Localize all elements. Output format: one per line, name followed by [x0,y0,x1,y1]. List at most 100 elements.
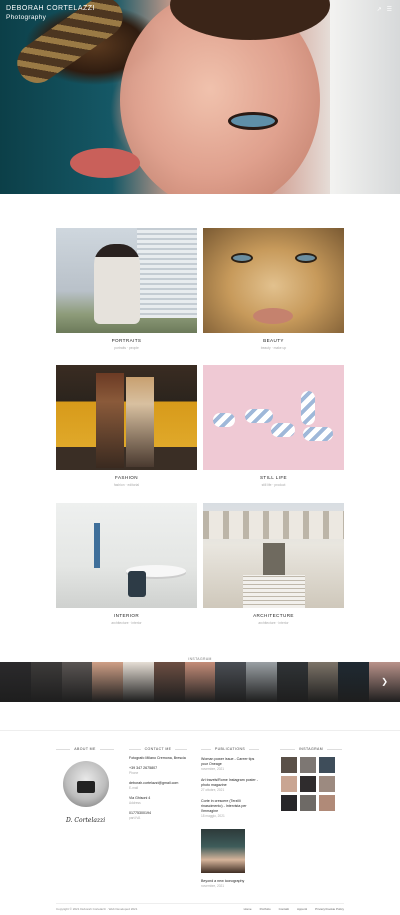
portraits-image[interactable] [56,228,197,333]
contact-key: Phone [129,771,139,775]
signature: D. Cortelazzi [66,817,106,824]
instagram-thumb[interactable] [123,662,154,702]
instagram-thumb[interactable] [184,662,216,702]
contact-item: 01775300194 part.IVA [129,811,187,821]
publications-heading: PUBLICATIONS [201,747,259,751]
card-subtitle: portraits · people [114,346,139,350]
model-figure [94,244,140,324]
interior-image[interactable] [56,503,197,608]
publication-title[interactable]: Art travels/Rome Instagram poster - phot… [201,778,259,788]
hero-image: DEBORAH CORTELAZZI Photography ↗ ☰ [0,0,400,194]
beauty-image[interactable] [203,228,344,333]
instagram-thumb[interactable] [300,776,316,792]
bottom-bar: Copyright © 2021 Deborah Cortelazzi · We… [56,903,344,911]
footer-link[interactable]: Appunti [297,907,307,911]
chevron-right-icon[interactable]: ❯ [381,678,388,686]
footer: ABOUT ME D. Cortelazzi CONTACT ME Fotogr… [0,730,400,915]
gallery-card-beauty[interactable]: BEAUTY beauty · make up [203,228,344,350]
hero-eye [228,112,278,130]
footer-link[interactable]: Portfolio [260,907,271,911]
window-decor [94,523,100,568]
contact-item[interactable]: +39 347 2675807 Phone [129,766,187,776]
publication-cover[interactable] [201,829,245,873]
instagram-thumb[interactable] [338,662,370,702]
instagram-thumb[interactable] [281,795,297,811]
model-two [126,377,154,467]
publication-item[interactable]: Art travels/Rome Instagram poster - phot… [201,778,259,793]
instagram-heading: INSTAGRAM [280,747,342,751]
card-title[interactable]: ARCHITECTURE [203,613,344,618]
chair-decor [128,571,146,597]
card-title[interactable]: FASHION [56,475,197,480]
publication-item[interactable]: Beyond a new iconography novembre, 2021 [201,879,259,889]
gallery-card-architecture[interactable]: ARCHITECTURE architecture · interior [203,503,344,625]
gallery-card-fashion[interactable]: FASHION fashion · editorial [56,365,197,487]
instagram-thumb[interactable] [0,662,31,702]
footer-link[interactable]: Contatti [279,907,289,911]
publication-item[interactable]: Corte in crescere (Terzilli rinascimento… [201,799,259,819]
publication-date: novembre, 2021 [201,767,225,771]
marshmallow [301,391,315,425]
architecture-image[interactable] [203,503,344,608]
instagram-thumb[interactable] [276,662,308,702]
brand-tagline: Photography [6,14,47,21]
gallery-card-interior[interactable]: INTERIOR architecture · interior [56,503,197,625]
card-subtitle: architecture · interior [111,621,142,625]
instagram-thumb[interactable] [246,662,277,702]
gallery-card-still-life[interactable]: STILL LIFE still life · product [203,365,344,487]
stairs-decor [243,575,305,608]
footer-link[interactable]: Home [244,907,252,911]
instagram-thumb[interactable] [30,662,62,702]
footer-links: Home Portfolio Contatti Appunti Privacy/Cook… [244,907,344,911]
instagram-thumb[interactable] [281,776,297,792]
menu-icon[interactable]: ☰ [387,7,392,13]
lips [253,308,293,324]
footer-about: ABOUT ME D. Cortelazzi [56,747,115,824]
copyright: Copyright © 2021 Deborah Cortelazzi · We… [56,907,138,911]
contact-item[interactable]: deborah.cortelazzi@gmail.com E-mail [129,781,187,791]
share-icon[interactable]: ↗ [377,7,382,13]
instagram-thumb[interactable] [319,795,335,811]
hero-paper [330,0,400,194]
door-decor [263,543,285,578]
instagram-thumb[interactable] [61,662,93,702]
gallery-card-portraits[interactable]: PORTRAITS portraits · people [56,228,197,350]
instagram-thumb[interactable] [281,757,297,773]
card-title[interactable]: BEAUTY [203,338,344,343]
card-title[interactable]: STILL LIFE [203,475,344,480]
card-subtitle: still life · product [261,483,286,487]
still-life-image[interactable] [203,365,344,470]
instagram-thumb[interactable] [319,776,335,792]
publication-item[interactable]: Woman power issue - Career tips your One… [201,757,259,772]
contact-key: E-mail [129,786,139,790]
instagram-thumb[interactable] [153,662,185,702]
contact-item: Via Ghisoni 4 Address [129,796,187,806]
contact-heading: CONTACT ME [129,747,188,751]
footer-link[interactable]: Privacy/Cookie Policy [315,907,344,911]
contact-key: part.IVA [129,816,141,820]
model-one [96,373,124,468]
instagram-thumb[interactable] [300,757,316,773]
card-title[interactable]: PORTRAITS [56,338,197,343]
contact-item: Fotografo Milano Cremona, Brescia [129,756,187,761]
publication-date: 27 ottobre, 2021 [201,788,225,792]
fashion-image[interactable] [56,365,197,470]
marshmallow [271,423,295,437]
instagram-thumb[interactable] [92,662,124,702]
instagram-thumb[interactable] [319,757,335,773]
instagram-thumb[interactable] [307,662,339,702]
instagram-thumb[interactable] [215,662,247,702]
instagram-thumb[interactable] [300,795,316,811]
footer-instagram: INSTAGRAM [280,747,342,811]
card-subtitle: architecture · interior [258,621,289,625]
marshmallow [303,427,333,441]
site-logo[interactable]: DEBORAH CORTELAZZI Photography [6,4,95,22]
instagram-strip: ❯ [0,662,400,702]
contact-value: Fotografo Milano Cremona, Brescia [129,756,186,760]
publication-title[interactable]: Corte in crescere (Terzilli rinascimento… [201,799,259,814]
publication-title[interactable]: Woman power issue - Career tips your One… [201,757,259,767]
card-title[interactable]: INTERIOR [56,613,197,618]
brand-name: DEBORAH CORTELAZZI [6,5,95,12]
eye-left [231,253,253,263]
eye-right [295,253,317,263]
